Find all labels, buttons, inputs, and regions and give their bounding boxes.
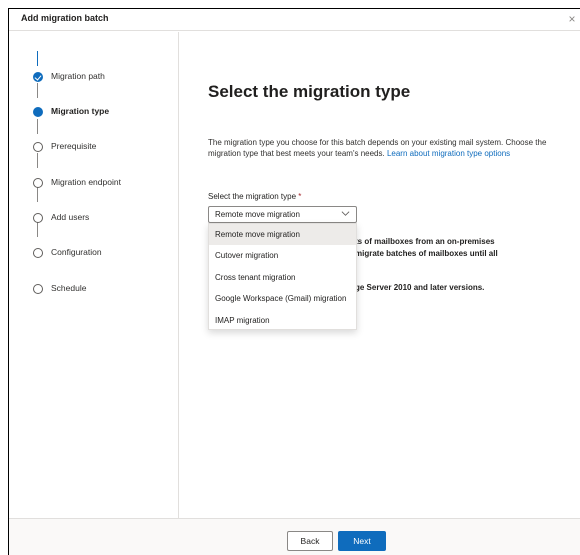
panel-footer: Back Next bbox=[9, 518, 580, 555]
option-imap[interactable]: IMAP migration bbox=[209, 310, 356, 331]
current-step-icon bbox=[33, 107, 43, 117]
chevron-down-icon bbox=[341, 211, 350, 216]
option-remote-move[interactable]: Remote move migration bbox=[209, 224, 356, 245]
migration-batch-panel: Add migration batch × Migration path Mig… bbox=[8, 8, 580, 555]
step-navigation: Migration path Migration type Prerequisi… bbox=[9, 32, 179, 518]
pending-step-icon bbox=[33, 213, 43, 223]
pending-step-icon bbox=[33, 142, 43, 152]
field-label: Select the migration type * bbox=[208, 192, 301, 201]
step-label: Configuration bbox=[51, 247, 102, 257]
migration-type-select[interactable]: Remote move migration bbox=[208, 206, 357, 223]
checkmark-icon bbox=[33, 72, 43, 82]
step-migration-endpoint: Migration endpoint bbox=[9, 174, 179, 194]
back-button[interactable]: Back bbox=[287, 531, 333, 551]
main-content: Select the migration type The migration … bbox=[180, 32, 580, 518]
step-configuration: Configuration bbox=[9, 244, 179, 264]
page-title: Select the migration type bbox=[208, 82, 411, 101]
option-cross-tenant[interactable]: Cross tenant migration bbox=[209, 267, 356, 288]
field-label-text: Select the migration type bbox=[208, 192, 297, 201]
panel-header: Add migration batch × bbox=[9, 9, 580, 31]
pending-step-icon bbox=[33, 178, 43, 188]
pending-step-icon bbox=[33, 284, 43, 294]
next-button[interactable]: Next bbox=[338, 531, 386, 551]
step-connector bbox=[37, 51, 38, 66]
step-label: Migration path bbox=[51, 71, 105, 81]
step-label: Prerequisite bbox=[51, 141, 97, 151]
migration-type-dropdown: Remote move migration Cutover migration … bbox=[208, 223, 357, 330]
required-marker: * bbox=[298, 192, 302, 201]
step-schedule: Schedule bbox=[9, 280, 179, 300]
step-label: Migration endpoint bbox=[51, 177, 121, 187]
info-text: ts of mailboxes from an on-premises bbox=[355, 237, 495, 246]
option-google-workspace[interactable]: Google Workspace (Gmail) migration bbox=[209, 288, 356, 309]
info-text: ge Server 2010 and later versions. bbox=[355, 283, 485, 292]
step-label: Schedule bbox=[51, 283, 87, 293]
step-migration-path[interactable]: Migration path bbox=[9, 68, 179, 88]
close-icon[interactable]: × bbox=[565, 11, 579, 27]
step-label: Migration type bbox=[51, 106, 110, 116]
page-description: The migration type you choose for this b… bbox=[208, 137, 578, 159]
info-text: migrate batches of mailboxes until all bbox=[355, 249, 498, 258]
learn-more-link[interactable]: Learn about migration type options bbox=[387, 149, 510, 158]
select-value: Remote move migration bbox=[215, 210, 300, 219]
pending-step-icon bbox=[33, 248, 43, 258]
step-label: Add users bbox=[51, 212, 90, 222]
step-add-users: Add users bbox=[9, 209, 179, 229]
step-prerequisite: Prerequisite bbox=[9, 138, 179, 158]
option-cutover[interactable]: Cutover migration bbox=[209, 245, 356, 266]
panel-title: Add migration batch bbox=[21, 13, 109, 23]
step-migration-type[interactable]: Migration type bbox=[9, 103, 179, 123]
